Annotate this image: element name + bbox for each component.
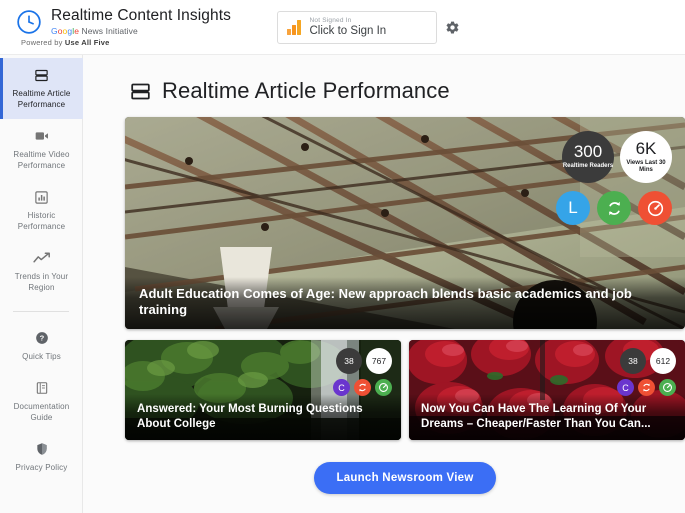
article-rows-icon [5,67,78,83]
stat-label: Views Last 30 Mins [626,159,666,174]
stat-value: 300 [573,142,603,162]
stat-views-last-30-mins: 6K Views Last 30 Mins [620,131,672,183]
page-title: Realtime Content Insights [51,7,231,24]
sidebar-item-historic-performance[interactable]: Historic Performance [0,180,83,241]
stat-views: 767 [366,348,392,374]
sidebar-item-quick-tips[interactable]: ? Quick Tips [0,321,83,371]
stat-views: 612 [650,348,676,374]
stat-value: 612 [655,356,671,366]
page-heading: Realtime Article Performance [130,78,685,104]
action-glyph: C [338,382,345,393]
brand: Realtime Content Insights Google News In… [16,6,231,37]
stat-value: 38 [628,356,638,366]
hero-actions: L [556,191,672,225]
video-camera-icon [5,128,78,144]
sidebar-item-documentation-guide[interactable]: Documentation Guide [0,371,83,432]
letter-l-icon[interactable]: L [556,191,590,225]
stat-label: Realtime Readers [562,163,614,170]
sidebar-item-label: Historic Performance [17,211,66,231]
refresh-sync-icon[interactable] [597,191,631,225]
sidebar-item-privacy-policy[interactable]: Privacy Policy [0,432,83,482]
news-initiative-label: News Initiative [79,26,138,36]
app-header: Realtime Content Insights Google News In… [0,0,685,55]
brand-subtitle: Google News Initiative [51,26,231,37]
sidebar-item-trends-in-your-region[interactable]: Trends in Your Region [0,241,83,302]
article-rows-icon [131,83,150,99]
sidebar-item-label: Trends in Your Region [14,272,69,292]
stat-value: 38 [344,356,354,366]
sidebar-item-label: Privacy Policy [15,463,68,472]
sidebar-item-label: Quick Tips [22,352,61,361]
action-glyph: C [622,382,629,393]
help-circle-icon: ? [5,330,78,346]
article-card-1[interactable]: 38 767 C Answered: Your Most Burning Que… [125,340,401,440]
secondary-cards-row: 38 767 C Answered: Your Most Burning Que… [125,340,685,440]
sidebar-item-realtime-article-performance[interactable]: Realtime Article Performance [0,58,83,119]
sidebar-item-realtime-video-performance[interactable]: Realtime Video Performance [0,119,83,180]
stat-value: 6K [635,138,657,158]
stat-value: 767 [371,356,387,366]
shield-icon [5,441,78,457]
bar-chart-icon [287,20,301,35]
gear-icon[interactable] [445,20,460,35]
sign-in-status: Not Signed In [309,16,352,24]
page-title-text: Realtime Article Performance [162,78,450,103]
google-wordmark: Google [51,26,80,36]
stat-realtime-readers: 300 Realtime Readers [562,131,614,183]
bar-chart-box-icon [5,189,78,205]
article-card-headline: Now You Can Have The Learning Of Your Dr… [409,394,685,440]
card-stats: 38 767 [336,348,392,374]
book-icon [5,380,78,396]
stat-realtime-readers: 38 [620,348,646,374]
hero-article-card[interactable]: 300 Realtime Readers 6K Views Last 30 Mi… [125,117,685,329]
hero-card-headline: Adult Education Comes of Age: New approa… [125,277,685,329]
powered-by-label: Powered by Use All Five [21,38,110,47]
sidebar-item-label: Realtime Video Performance [13,150,70,170]
action-glyph: L [568,198,578,217]
sign-in-action-label: Click to Sign In [309,25,387,38]
sidebar-divider [13,311,69,312]
svg-text:?: ? [39,334,44,343]
card-stats: 38 612 [620,348,676,374]
stat-realtime-readers: 38 [336,348,362,374]
article-card-2[interactable]: 38 612 C Now You Can Have The Learning O… [409,340,685,440]
article-card-headline: Answered: Your Most Burning Questions Ab… [125,394,401,440]
powered-by-name: Use All Five [64,38,110,47]
trending-up-icon [5,250,78,266]
main-content: Realtime Article Performance 300 Realtim… [83,55,685,513]
sidebar: Realtime Article Performance Realtime Vi… [0,55,83,513]
launch-newsroom-view-button[interactable]: Launch Newsroom View [314,462,496,494]
cards-container: 300 Realtime Readers 6K Views Last 30 Mi… [125,117,685,494]
powered-by-prefix: Powered by [21,38,65,47]
hero-stats: 300 Realtime Readers 6K Views Last 30 Mi… [562,131,672,183]
app-window: Realtime Content Insights Google News In… [0,0,685,513]
speedometer-icon[interactable] [638,191,672,225]
sign-in-button[interactable]: Not Signed In Click to Sign In [277,11,437,44]
clock-icon [17,10,41,34]
sidebar-item-label: Documentation Guide [13,402,70,422]
launch-button-row: Launch Newsroom View [125,462,685,494]
sidebar-item-label: Realtime Article Performance [12,89,71,109]
